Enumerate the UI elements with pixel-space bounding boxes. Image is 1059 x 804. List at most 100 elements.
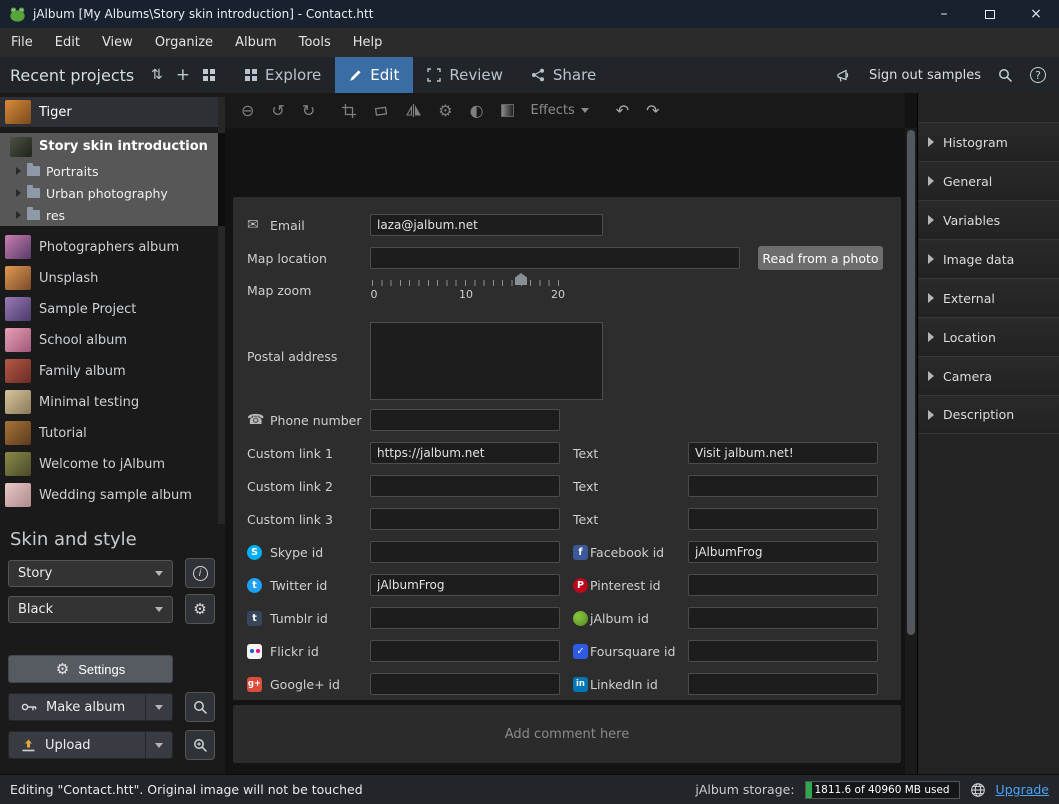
facebook-id-input[interactable] (688, 541, 878, 563)
skype-id-input[interactable] (370, 541, 560, 563)
project-item[interactable]: School album (0, 325, 218, 355)
tab-share[interactable]: Share (517, 57, 610, 93)
menu-tools[interactable]: Tools (288, 28, 342, 57)
adjustments-gear-icon[interactable]: ⚙ (438, 101, 452, 120)
map-zoom-slider[interactable]: 0 10 20 (370, 273, 565, 307)
style-select[interactable]: Black (8, 596, 173, 623)
menu-album[interactable]: Album (224, 28, 288, 57)
preview-album-button[interactable] (185, 692, 215, 722)
section-histogram[interactable]: Histogram (918, 122, 1059, 161)
help-icon[interactable]: ? (1030, 67, 1046, 83)
tumblr-id-input[interactable] (370, 607, 560, 629)
tree-item-portraits[interactable]: Portraits (0, 160, 218, 182)
menu-file[interactable]: File (0, 28, 44, 57)
expand-arrow-icon[interactable] (16, 189, 21, 197)
tab-edit[interactable]: Edit (335, 57, 413, 93)
custom-link-2-text-input[interactable] (688, 475, 878, 497)
effects-dropdown[interactable]: Effects (531, 103, 589, 118)
section-camera[interactable]: Camera (918, 356, 1059, 395)
tree-item-urban-photography[interactable]: Urban photography (0, 182, 218, 204)
settings-button[interactable]: ⚙ Settings (8, 655, 173, 683)
jalbum-id-input[interactable] (688, 607, 878, 629)
tab-explore[interactable]: Explore (231, 57, 335, 93)
preview-upload-button[interactable] (185, 730, 215, 760)
make-album-button[interactable]: Make album (8, 693, 173, 721)
project-item[interactable]: Photographers album (0, 232, 218, 262)
minimize-button[interactable]: – (921, 0, 967, 28)
project-item[interactable]: Welcome to jAlbum (0, 449, 218, 479)
search-icon[interactable] (998, 68, 1013, 83)
skin-select[interactable]: Story (8, 560, 173, 587)
postal-address-textarea[interactable] (370, 322, 603, 400)
grid-view-icon[interactable] (203, 69, 215, 81)
menu-edit[interactable]: Edit (44, 28, 91, 57)
comment-input[interactable] (233, 705, 901, 763)
section-location[interactable]: Location (918, 317, 1059, 356)
linkedin-id-input[interactable] (688, 673, 878, 695)
levels-icon[interactable] (501, 104, 514, 117)
make-album-dropdown[interactable] (145, 694, 172, 720)
expand-arrow-icon[interactable] (16, 211, 21, 219)
slider-handle[interactable] (515, 273, 527, 285)
tree-item-root[interactable]: Story skin introduction (0, 133, 218, 160)
custom-link-1-url-input[interactable] (370, 442, 560, 464)
project-thumbnail (5, 235, 31, 259)
crop-icon[interactable] (342, 104, 356, 118)
redo-icon[interactable]: ↷ (646, 101, 659, 120)
straighten-icon[interactable] (373, 104, 389, 118)
expand-arrow-icon[interactable] (16, 167, 21, 175)
section-image-data[interactable]: Image data (918, 239, 1059, 278)
menu-help[interactable]: Help (342, 28, 394, 57)
project-item[interactable]: Wedding sample album (0, 480, 218, 510)
sort-projects-icon[interactable]: ⇅ (151, 67, 163, 83)
contrast-icon[interactable]: ◐ (470, 101, 484, 120)
project-item[interactable]: Tutorial (0, 418, 218, 448)
pinterest-id-input[interactable] (688, 574, 878, 596)
custom-link-3-url-input[interactable] (370, 508, 560, 530)
skin-info-button[interactable]: i (185, 558, 215, 588)
rotate-right-icon[interactable]: ↻ (302, 101, 315, 120)
project-item[interactable]: Minimal testing (0, 387, 218, 417)
custom-link-2-url-input[interactable] (370, 475, 560, 497)
circle-minus-icon[interactable]: ⊖ (241, 101, 254, 120)
section-general[interactable]: General (918, 161, 1059, 200)
maximize-button[interactable] (967, 0, 1013, 28)
project-item[interactable]: Unsplash (0, 263, 218, 293)
main-scrollbar-thumb[interactable] (907, 130, 915, 635)
email-input[interactable] (370, 214, 603, 236)
custom-link-1-text-input[interactable] (688, 442, 878, 464)
sidebar-scrollbar-thumb[interactable] (218, 133, 225, 226)
style-settings-button[interactable]: ⚙ (185, 594, 215, 624)
project-item[interactable]: Sample Project (0, 294, 218, 324)
section-description[interactable]: Description (918, 395, 1059, 434)
googleplus-id-input[interactable] (370, 673, 560, 695)
add-project-icon[interactable]: + (176, 65, 190, 85)
project-item[interactable]: Family album (0, 356, 218, 386)
custom-link-3-text-input[interactable] (688, 508, 878, 530)
section-variables[interactable]: Variables (918, 200, 1059, 239)
menu-view[interactable]: View (91, 28, 144, 57)
section-external[interactable]: External (918, 278, 1059, 317)
close-button[interactable]: × (1013, 0, 1059, 28)
upload-button[interactable]: Upload (8, 731, 173, 759)
upload-dropdown[interactable] (145, 732, 172, 758)
undo-icon[interactable]: ↶ (616, 101, 629, 120)
twitter-id-input[interactable] (370, 574, 560, 596)
tree-item-res[interactable]: res (0, 204, 218, 226)
project-item-tiger[interactable]: Tiger (0, 97, 218, 127)
sign-out-link[interactable]: Sign out samples (869, 68, 981, 83)
map-location-input[interactable] (370, 247, 740, 269)
globe-icon[interactable] (970, 782, 986, 798)
megaphone-icon[interactable] (836, 68, 852, 83)
flickr-id-input[interactable] (370, 640, 560, 662)
phone-input[interactable] (370, 409, 560, 431)
tab-review[interactable]: Review (413, 57, 517, 93)
foursquare-id-input[interactable] (688, 640, 878, 662)
read-from-photo-button[interactable]: Read from a photo (758, 246, 883, 270)
flip-icon[interactable] (406, 104, 421, 117)
sidebar-scrollbar[interactable] (218, 97, 225, 524)
main-scrollbar[interactable] (905, 128, 917, 774)
rotate-left-icon[interactable]: ↺ (271, 101, 284, 120)
upgrade-link[interactable]: Upgrade (996, 782, 1049, 797)
menu-organize[interactable]: Organize (144, 28, 224, 57)
